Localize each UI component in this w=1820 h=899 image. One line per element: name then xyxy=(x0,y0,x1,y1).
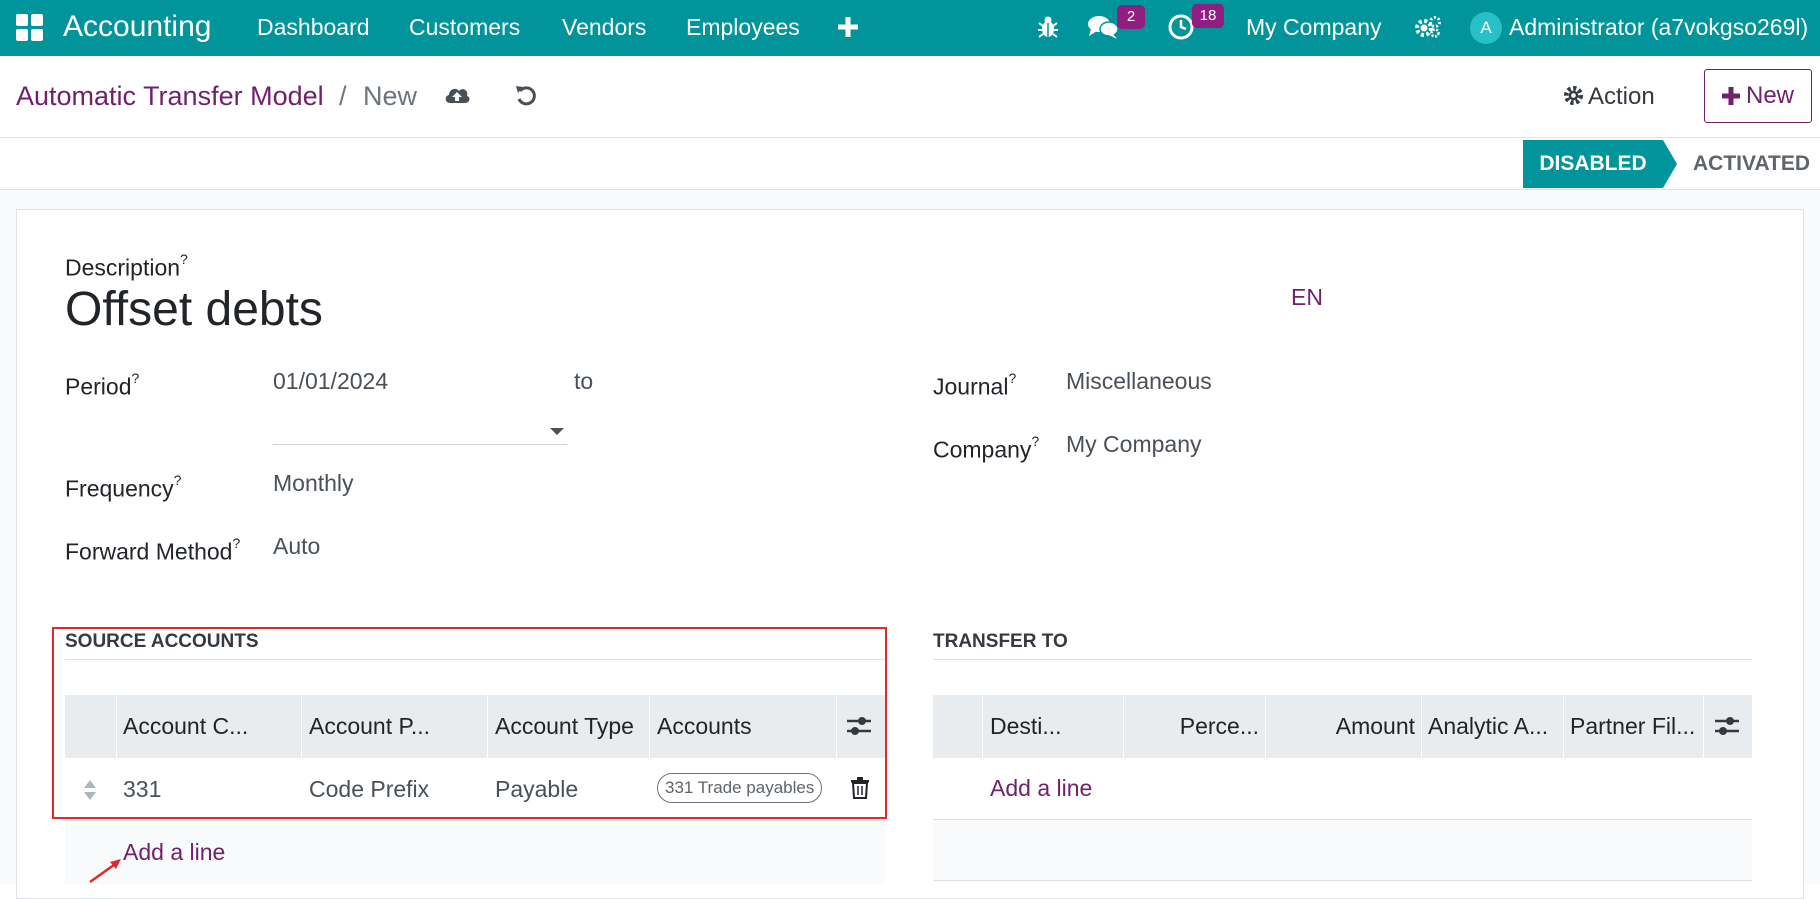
frequency-select[interactable]: Monthly xyxy=(273,468,354,498)
column-amount[interactable]: Amount xyxy=(1273,695,1415,758)
settings-gears-icon[interactable] xyxy=(1413,10,1443,44)
user-avatar[interactable]: A xyxy=(1470,12,1502,44)
status-disabled[interactable]: DISABLED xyxy=(1523,140,1663,188)
description-label: Description? xyxy=(65,251,188,281)
add-menu-plus-icon[interactable] xyxy=(836,10,860,44)
period-start-input[interactable]: 01/01/2024 xyxy=(273,366,388,396)
activities-count-badge: 18 xyxy=(1192,4,1224,28)
frequency-label: Frequency? xyxy=(65,472,182,502)
column-separator xyxy=(1265,695,1266,758)
company-field[interactable]: My Company xyxy=(1066,429,1201,459)
forward-method-label: Forward Method? xyxy=(65,535,241,565)
row-divider xyxy=(933,880,1752,881)
menu-dashboard[interactable]: Dashboard xyxy=(257,12,370,42)
gear-icon xyxy=(1563,82,1584,116)
menu-vendors[interactable]: Vendors xyxy=(562,12,646,42)
period-to-label: to xyxy=(574,368,594,394)
new-record-button[interactable]: New xyxy=(1704,69,1812,123)
activities-clock-icon[interactable] xyxy=(1167,10,1195,44)
company-switcher[interactable]: My Company xyxy=(1246,12,1381,42)
empty-row xyxy=(933,820,1752,880)
app-name[interactable]: Accounting xyxy=(63,8,211,46)
messages-count-badge: 2 xyxy=(1117,5,1145,29)
menu-employees[interactable]: Employees xyxy=(686,12,800,42)
column-percent[interactable]: Perce... xyxy=(1131,695,1259,758)
column-analytic-account[interactable]: Analytic A... xyxy=(1428,695,1558,758)
period-end-dropdown-caret-icon[interactable] xyxy=(550,428,564,435)
company-label: Company? xyxy=(933,433,1040,463)
action-menu-button[interactable]: Action xyxy=(1563,80,1655,116)
description-input[interactable]: Offset debts xyxy=(65,281,323,339)
user-menu[interactable]: Administrator (a7vokgso269l) xyxy=(1509,12,1808,42)
action-label: Action xyxy=(1588,83,1655,110)
status-activated[interactable]: ACTIVATED xyxy=(1693,140,1810,188)
transfer-to-divider xyxy=(933,659,1752,660)
language-toggle[interactable]: EN xyxy=(1291,284,1323,311)
optional-columns-sliders-icon[interactable] xyxy=(1714,714,1740,743)
discard-undo-icon[interactable] xyxy=(514,83,538,107)
transfer-add-line-link[interactable]: Add a line xyxy=(990,773,1092,803)
apps-menu-icon[interactable] xyxy=(16,14,44,42)
status-arrow xyxy=(1663,140,1677,188)
new-label: New xyxy=(1745,82,1794,109)
column-destination[interactable]: Desti... xyxy=(990,695,1118,758)
journal-field[interactable]: Miscellaneous xyxy=(1066,366,1212,396)
period-end-input[interactable] xyxy=(273,444,567,445)
breadcrumb-current: New xyxy=(363,81,418,111)
column-separator xyxy=(1421,695,1422,758)
statusbar-top-border xyxy=(0,137,1820,138)
menu-customers[interactable]: Customers xyxy=(409,12,520,42)
breadcrumb-parent-link[interactable]: Automatic Transfer Model xyxy=(16,79,324,113)
journal-label: Journal? xyxy=(933,370,1017,400)
breadcrumb-separator: / xyxy=(339,81,347,111)
column-separator xyxy=(1563,695,1564,758)
source-accounts-highlight-box xyxy=(52,627,887,819)
save-cloud-upload-icon[interactable] xyxy=(443,83,471,107)
column-separator xyxy=(982,695,983,758)
transfer-to-title: TRANSFER TO xyxy=(933,631,1068,652)
period-label: Period? xyxy=(65,370,140,400)
plus-icon xyxy=(1721,87,1740,105)
column-separator xyxy=(1123,695,1124,758)
messages-chat-icon[interactable] xyxy=(1087,10,1119,44)
annotation-arrow-icon xyxy=(88,856,124,889)
column-partner-filter[interactable]: Partner Fil... xyxy=(1570,695,1700,758)
column-separator xyxy=(1703,695,1704,758)
source-add-line-link[interactable]: Add a line xyxy=(123,837,225,867)
top-navbar: Accounting Dashboard Customers Vendors E… xyxy=(0,0,1820,56)
debug-bug-icon[interactable] xyxy=(1036,10,1060,44)
forward-method-select[interactable]: Auto xyxy=(273,531,320,561)
